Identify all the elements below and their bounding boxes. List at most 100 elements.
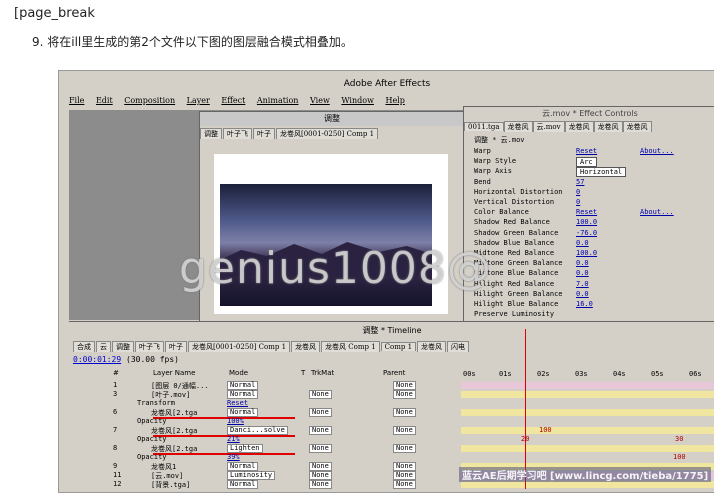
tl-tab[interactable]: 叶子飞 xyxy=(135,341,164,352)
parent-select[interactable]: None xyxy=(393,462,416,471)
fx-about-link[interactable]: About... xyxy=(640,147,674,155)
comp-tab[interactable]: 叶子飞 xyxy=(223,128,252,139)
menu-file[interactable]: File xyxy=(69,96,84,105)
menu-layer[interactable]: Layer xyxy=(187,96,210,105)
fx-row[interactable]: Hilight Blue Balance 16.0 xyxy=(468,300,714,310)
fx-row[interactable]: Shadow Red Balance 100.0 xyxy=(468,218,714,228)
fx-param-value[interactable]: 57 xyxy=(576,178,584,186)
fx-row[interactable]: Midtone Blue Balance 0.0 xyxy=(468,269,714,279)
property-value[interactable]: 100% xyxy=(227,417,244,425)
keyframe-value[interactable]: 100 xyxy=(539,426,552,434)
menu-window[interactable]: Window xyxy=(341,96,374,105)
fx-param-value[interactable]: 0.0 xyxy=(576,259,589,267)
layer-track[interactable] xyxy=(461,444,714,452)
fx-row[interactable]: Horizontal Distortion 0 xyxy=(468,188,714,198)
fx-param-value[interactable]: 0 xyxy=(576,198,580,206)
fx-row[interactable]: Bend 57 xyxy=(468,178,714,188)
fx-row[interactable]: Preserve Luminosity xyxy=(468,310,714,320)
blend-mode-select[interactable]: Normal xyxy=(227,480,259,489)
comp-tab[interactable]: 叶子 xyxy=(253,128,275,139)
trkmat-select[interactable]: None xyxy=(309,408,332,417)
blend-mode-select[interactable]: Normal xyxy=(227,462,259,471)
layer-track[interactable] xyxy=(461,417,714,425)
menu-edit[interactable]: Edit xyxy=(96,96,113,105)
layer-name[interactable]: Opacity xyxy=(137,453,167,461)
fx-param-value[interactable]: 100.0 xyxy=(576,218,597,226)
time-display[interactable]: 0:00:01:29 xyxy=(73,355,121,364)
fx-row[interactable]: Shadow Green Balance -76.0 xyxy=(468,229,714,239)
fx-param-value[interactable]: 100.0 xyxy=(576,249,597,257)
layer-name[interactable]: Opacity xyxy=(137,435,167,443)
layer-duration-bar[interactable] xyxy=(461,445,714,452)
fx-row[interactable]: Hilight Red Balance 7.0 xyxy=(468,280,714,290)
fx-about-link[interactable]: About... xyxy=(640,208,674,216)
layer-row[interactable]: 9 龙卷风1 Normal None None xyxy=(73,462,459,471)
layer-duration-bar[interactable] xyxy=(461,400,714,407)
parent-select[interactable]: None xyxy=(393,444,416,453)
fx-param-value[interactable]: 0.0 xyxy=(576,290,589,298)
fx-tab[interactable]: 龙卷风 xyxy=(503,121,533,132)
fx-param-value[interactable]: Reset xyxy=(576,147,597,155)
menu-animation[interactable]: Animation xyxy=(257,96,299,105)
tl-tab[interactable]: 龙卷风 xyxy=(417,341,447,352)
tl-tab[interactable]: 叶子 xyxy=(165,341,187,352)
blend-mode-select[interactable]: Lighten xyxy=(227,444,263,453)
tl-tab[interactable]: 云 xyxy=(96,341,111,352)
fx-row[interactable]: Shadow Blue Balance 0.0 xyxy=(468,239,714,249)
fx-row[interactable]: Warp Reset About... xyxy=(468,147,714,157)
layer-duration-bar[interactable] xyxy=(461,409,714,416)
trkmat-select[interactable]: None xyxy=(309,471,332,480)
layer-track[interactable] xyxy=(461,381,714,389)
blend-mode-select[interactable]: Normal xyxy=(227,408,259,417)
menu-view[interactable]: View xyxy=(310,96,330,105)
menu-help[interactable]: Help xyxy=(385,96,404,105)
fx-param-value[interactable]: Arc xyxy=(576,157,597,168)
menu-effect[interactable]: Effect xyxy=(221,96,245,105)
layer-duration-bar[interactable] xyxy=(461,382,714,389)
layer-name[interactable]: [背景.tga] xyxy=(151,480,190,490)
parent-select[interactable]: None xyxy=(393,471,416,480)
layer-track[interactable] xyxy=(461,390,714,398)
fx-param-value[interactable]: Horizontal xyxy=(576,167,627,178)
trkmat-select[interactable]: None xyxy=(309,426,332,435)
layer-track[interactable] xyxy=(461,399,714,407)
fx-row[interactable]: Warp Axis Horizontal xyxy=(468,167,714,178)
layer-row[interactable]: 3 [叶子.mov] Normal None None xyxy=(73,390,459,399)
layer-duration-bar[interactable] xyxy=(461,481,714,488)
current-time-indicator[interactable] xyxy=(525,329,526,489)
fx-tab[interactable]: 龙卷风 xyxy=(622,121,652,132)
layer-row[interactable]: Transform Reset xyxy=(73,399,459,408)
layer-row[interactable]: Opacity 39% xyxy=(73,453,459,462)
fx-param-value[interactable]: -76.0 xyxy=(576,229,597,237)
fx-row[interactable]: Color Balance Reset About... xyxy=(468,208,714,218)
layer-name[interactable]: Transform xyxy=(137,399,175,407)
fx-tab[interactable]: 云.mov xyxy=(532,121,565,132)
fx-tab[interactable]: 0011.tga xyxy=(464,122,504,131)
trkmat-select[interactable]: None xyxy=(309,462,332,471)
fx-param-value[interactable]: 0 xyxy=(576,188,580,196)
property-value[interactable]: 21% xyxy=(227,435,240,443)
parent-select[interactable]: None xyxy=(393,480,416,489)
trkmat-select[interactable]: None xyxy=(309,444,332,453)
parent-select[interactable]: None xyxy=(393,426,416,435)
fx-param-value[interactable]: 0.0 xyxy=(576,269,589,277)
layer-row[interactable]: 7 龙卷风[2.tga Danci...solve None None xyxy=(73,426,459,435)
tl-tab[interactable]: Comp 1 xyxy=(380,342,417,351)
blend-mode-select[interactable]: Normal xyxy=(227,381,259,390)
time-ruler[interactable]: 00s 01s 02s 03s 04s 05s 06s xyxy=(461,362,714,382)
layer-row[interactable]: 8 龙卷风[2.tga Lighten None None xyxy=(73,444,459,453)
layer-row[interactable]: 1 [图层 0/通幅... Normal None xyxy=(73,381,459,390)
tl-tab[interactable]: 合成 xyxy=(73,341,95,352)
parent-select[interactable]: None xyxy=(393,390,416,399)
trkmat-select[interactable]: None xyxy=(309,480,332,489)
fx-tab[interactable]: 龙卷风 xyxy=(593,121,623,132)
trkmat-select[interactable]: None xyxy=(309,390,332,399)
tl-tab[interactable]: 闪电 xyxy=(447,341,470,352)
layer-duration-bar[interactable] xyxy=(461,427,714,434)
layer-name[interactable]: Opacity xyxy=(137,417,167,425)
layer-track[interactable] xyxy=(461,426,714,434)
layer-track[interactable] xyxy=(461,408,714,416)
layer-duration-bar[interactable] xyxy=(461,391,714,398)
keyframe-value[interactable]: 100 xyxy=(673,453,686,461)
comp-tab[interactable]: 调整 xyxy=(200,128,222,139)
